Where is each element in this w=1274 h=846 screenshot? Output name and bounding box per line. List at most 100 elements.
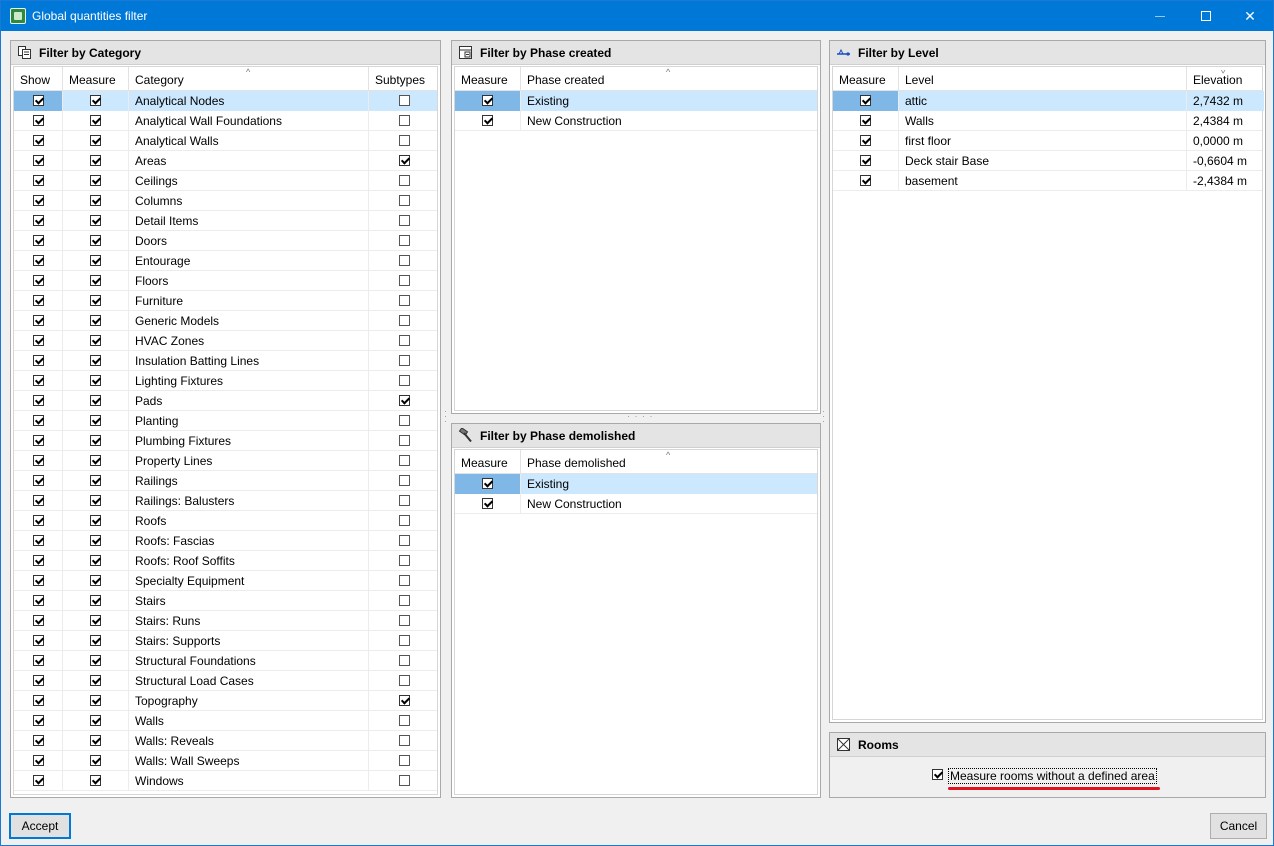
show-cell[interactable] bbox=[14, 771, 63, 791]
checkbox-checked[interactable] bbox=[90, 535, 101, 546]
checkbox-unchecked[interactable] bbox=[399, 555, 410, 566]
subtypes-cell[interactable] bbox=[369, 571, 437, 591]
checkbox-checked[interactable] bbox=[860, 95, 871, 106]
checkbox-unchecked[interactable] bbox=[399, 375, 410, 386]
table-row[interactable]: attic 2,7432 m bbox=[833, 91, 1264, 111]
checkbox-unchecked[interactable] bbox=[399, 215, 410, 226]
table-row[interactable]: Analytical Walls bbox=[14, 131, 437, 151]
table-row[interactable]: Areas bbox=[14, 151, 437, 171]
measure-cell[interactable] bbox=[63, 431, 129, 451]
checkbox-unchecked[interactable] bbox=[399, 135, 410, 146]
col-measure[interactable]: Measure bbox=[833, 67, 899, 91]
subtypes-cell[interactable] bbox=[369, 671, 437, 691]
measure-cell[interactable] bbox=[63, 351, 129, 371]
checkbox-checked[interactable] bbox=[90, 255, 101, 266]
accept-button[interactable]: Accept bbox=[9, 813, 71, 839]
checkbox-checked[interactable] bbox=[90, 515, 101, 526]
checkbox-checked[interactable] bbox=[90, 635, 101, 646]
col-level[interactable]: Level bbox=[899, 67, 1187, 91]
measure-cell[interactable] bbox=[63, 731, 129, 751]
checkbox-checked[interactable] bbox=[399, 395, 410, 406]
subtypes-cell[interactable] bbox=[369, 231, 437, 251]
measure-cell[interactable] bbox=[63, 171, 129, 191]
show-cell[interactable] bbox=[14, 711, 63, 731]
checkbox-checked[interactable] bbox=[33, 615, 44, 626]
checkbox-checked[interactable] bbox=[33, 775, 44, 786]
checkbox-unchecked[interactable] bbox=[399, 615, 410, 626]
checkbox-unchecked[interactable] bbox=[399, 335, 410, 346]
show-cell[interactable] bbox=[14, 471, 63, 491]
measure-cell[interactable] bbox=[63, 631, 129, 651]
checkbox-checked[interactable] bbox=[90, 155, 101, 166]
show-cell[interactable] bbox=[14, 511, 63, 531]
show-cell[interactable] bbox=[14, 331, 63, 351]
measure-cell[interactable] bbox=[63, 711, 129, 731]
show-cell[interactable] bbox=[14, 251, 63, 271]
checkbox-checked[interactable] bbox=[482, 95, 493, 106]
table-row[interactable]: Insulation Batting Lines bbox=[14, 351, 437, 371]
checkbox-checked[interactable] bbox=[90, 175, 101, 186]
measure-cell[interactable] bbox=[63, 491, 129, 511]
measure-cell[interactable] bbox=[63, 531, 129, 551]
checkbox-checked[interactable] bbox=[90, 775, 101, 786]
checkbox-checked[interactable] bbox=[33, 495, 44, 506]
measure-cell[interactable] bbox=[833, 91, 899, 111]
table-row[interactable]: Structural Load Cases bbox=[14, 671, 437, 691]
measure-cell[interactable] bbox=[63, 311, 129, 331]
checkbox-checked[interactable] bbox=[33, 215, 44, 226]
table-row[interactable]: Pads bbox=[14, 391, 437, 411]
measure-cell[interactable] bbox=[63, 151, 129, 171]
checkbox-checked[interactable] bbox=[90, 295, 101, 306]
checkbox-checked[interactable] bbox=[90, 615, 101, 626]
checkbox-checked[interactable] bbox=[482, 115, 493, 126]
maximize-button[interactable] bbox=[1183, 1, 1229, 31]
measure-cell[interactable] bbox=[63, 751, 129, 771]
checkbox-unchecked[interactable] bbox=[399, 415, 410, 426]
checkbox-checked[interactable] bbox=[33, 535, 44, 546]
subtypes-cell[interactable] bbox=[369, 311, 437, 331]
subtypes-cell[interactable] bbox=[369, 771, 437, 791]
show-cell[interactable] bbox=[14, 91, 63, 111]
checkbox-checked[interactable] bbox=[33, 175, 44, 186]
table-row[interactable]: Walls 2,4384 m bbox=[833, 111, 1262, 131]
table-row[interactable]: Doors bbox=[14, 231, 437, 251]
measure-cell[interactable] bbox=[455, 494, 521, 514]
subtypes-cell[interactable] bbox=[369, 611, 437, 631]
measure-cell[interactable] bbox=[63, 211, 129, 231]
checkbox-checked[interactable] bbox=[33, 435, 44, 446]
checkbox-checked[interactable] bbox=[90, 575, 101, 586]
measure-cell[interactable] bbox=[63, 671, 129, 691]
table-row[interactable]: Existing bbox=[455, 474, 817, 494]
checkbox-unchecked[interactable] bbox=[399, 675, 410, 686]
checkbox-checked[interactable] bbox=[33, 735, 44, 746]
table-row[interactable]: Plumbing Fixtures bbox=[14, 431, 437, 451]
subtypes-cell[interactable] bbox=[369, 431, 437, 451]
subtypes-cell[interactable] bbox=[369, 131, 437, 151]
show-cell[interactable] bbox=[14, 171, 63, 191]
table-row[interactable]: Windows bbox=[14, 771, 437, 791]
checkbox-unchecked[interactable] bbox=[399, 235, 410, 246]
show-cell[interactable] bbox=[14, 271, 63, 291]
measure-cell[interactable] bbox=[63, 231, 129, 251]
table-row[interactable]: Lighting Fixtures bbox=[14, 371, 437, 391]
subtypes-cell[interactable] bbox=[369, 391, 437, 411]
subtypes-cell[interactable] bbox=[369, 291, 437, 311]
checkbox-checked[interactable] bbox=[33, 375, 44, 386]
checkbox-checked[interactable] bbox=[90, 555, 101, 566]
subtypes-cell[interactable] bbox=[369, 751, 437, 771]
subtypes-cell[interactable] bbox=[369, 151, 437, 171]
table-row[interactable]: Walls bbox=[14, 711, 437, 731]
subtypes-cell[interactable] bbox=[369, 731, 437, 751]
show-cell[interactable] bbox=[14, 551, 63, 571]
subtypes-cell[interactable] bbox=[369, 191, 437, 211]
table-row[interactable]: Railings: Balusters bbox=[14, 491, 437, 511]
table-row[interactable]: Walls: Reveals bbox=[14, 731, 437, 751]
table-row[interactable]: Detail Items bbox=[14, 211, 437, 231]
checkbox-checked[interactable] bbox=[33, 515, 44, 526]
checkbox-checked[interactable] bbox=[90, 375, 101, 386]
checkbox-checked[interactable] bbox=[90, 495, 101, 506]
measure-cell[interactable] bbox=[63, 511, 129, 531]
measure-cell[interactable] bbox=[63, 191, 129, 211]
checkbox-checked[interactable] bbox=[90, 395, 101, 406]
checkbox-checked[interactable] bbox=[90, 595, 101, 606]
